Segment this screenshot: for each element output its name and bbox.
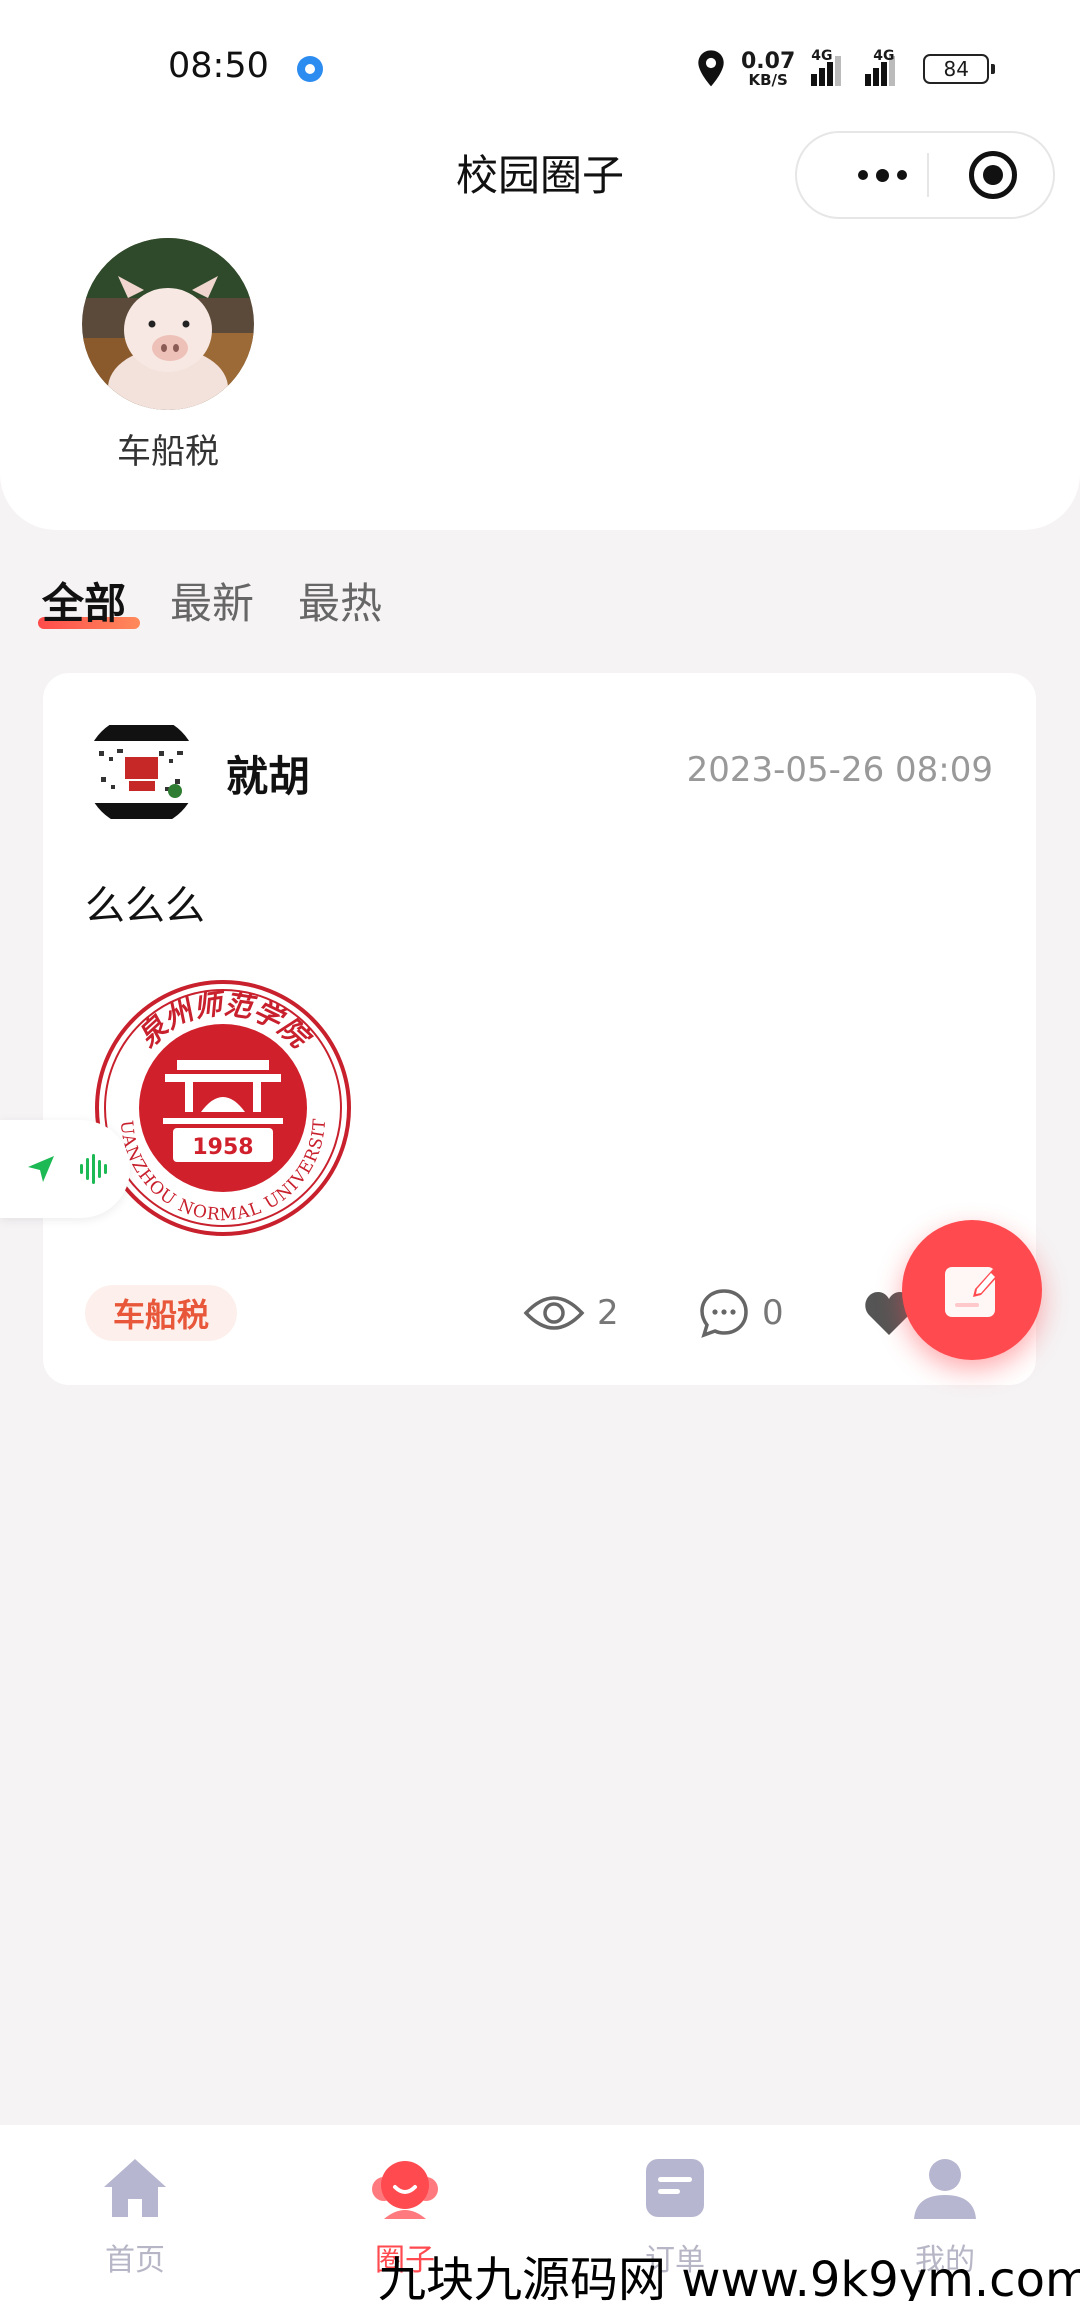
more-icon[interactable]: [837, 133, 927, 217]
university-logo-image[interactable]: 泉州师范学院 QUANZHOU NORMAL UNIVERSITY 1958: [93, 978, 353, 1238]
filter-tabs: 全部 最新 最热: [37, 570, 382, 631]
tab-hottest[interactable]: 最热: [298, 570, 382, 631]
capsule-divider: [927, 153, 929, 197]
net-speed-value: 0.07: [741, 48, 796, 74]
location-icon: [698, 50, 724, 87]
post-card[interactable]: 就胡 2023-05-26 08:09 么么么 泉州师范学院 QUANZHOU …: [43, 673, 1036, 1385]
comments-count: 0: [762, 1293, 784, 1333]
views-stat: 2: [523, 1281, 619, 1345]
net-speed: 0.07 KB/S: [741, 48, 796, 89]
tabbar-item-home[interactable]: 首页: [65, 2155, 205, 2279]
signal-label: 4G: [873, 48, 895, 64]
post-text: 么么么: [85, 883, 205, 929]
net-speed-unit: KB/S: [748, 70, 788, 89]
eye-icon: [523, 1296, 585, 1330]
circle-group-icon: [372, 2161, 438, 2219]
circle-name: 车船税: [117, 432, 219, 472]
pig-avatar-image: [82, 238, 254, 410]
watermark-text: 九块九源码网 www.9k9ym.com: [378, 2252, 1080, 2301]
floating-side-tools: [0, 1120, 130, 1218]
edit-icon: [945, 1267, 999, 1317]
status-indicators: 0.07 KB/S 4G 4G 84: [695, 46, 996, 92]
voice-wave-icon[interactable]: [78, 1152, 112, 1186]
user-avatar[interactable]: [85, 715, 198, 828]
views-count: 2: [597, 1293, 619, 1333]
circle-avatar: [82, 238, 254, 410]
signal-strength-icon: 4G: [811, 48, 842, 86]
tabbar-label: 首页: [105, 2243, 165, 2278]
comments-stat[interactable]: 0: [698, 1281, 784, 1345]
tab-latest[interactable]: 最新: [170, 570, 254, 631]
status-bar: 08:50 0.07 KB/S 4G 4G 84: [0, 0, 1080, 130]
post-time: 2023-05-26 08:09: [686, 750, 993, 790]
status-time: 08:50: [168, 46, 269, 86]
qr-avatar-image: [85, 715, 198, 828]
comment-icon: [700, 1289, 748, 1338]
close-miniprogram-icon[interactable]: [969, 151, 1017, 199]
post-username[interactable]: 就胡: [226, 743, 310, 804]
navigation-arrow-icon[interactable]: [26, 1154, 56, 1184]
notification-dot-icon: [297, 56, 323, 82]
home-icon: [104, 2159, 166, 2217]
order-list-icon: [646, 2159, 704, 2217]
logo-year: 1958: [192, 1135, 253, 1160]
battery-icon: 84: [923, 54, 996, 84]
signal-strength-icon: 4G: [865, 48, 896, 86]
user-profile-icon: [914, 2159, 976, 2219]
write-post-button[interactable]: [902, 1220, 1042, 1360]
signal-label: 4G: [811, 48, 833, 64]
tab-all[interactable]: 全部: [37, 570, 141, 631]
circle-item[interactable]: 车船税: [78, 238, 258, 473]
miniprogram-capsule: [795, 131, 1055, 219]
post-circle-tag[interactable]: 车船税: [85, 1285, 238, 1341]
